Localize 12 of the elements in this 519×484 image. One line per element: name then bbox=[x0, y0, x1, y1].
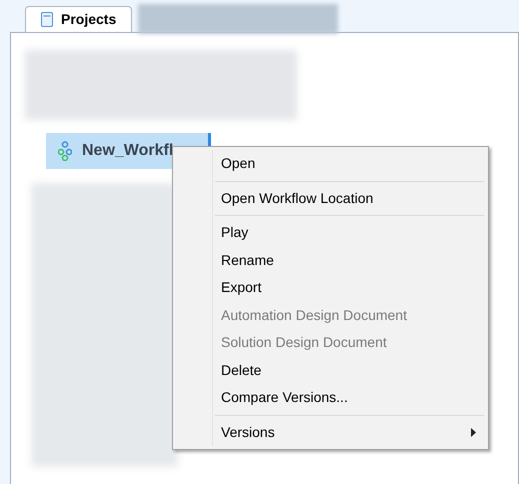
menu-item[interactable]: Delete bbox=[215, 356, 484, 384]
menu-item[interactable]: Rename bbox=[215, 246, 484, 274]
submenu-arrow-icon bbox=[471, 428, 476, 437]
menu-item[interactable]: Compare Versions... bbox=[215, 384, 484, 412]
menu-item[interactable]: Open bbox=[215, 150, 484, 178]
tab[interactable]: Projects bbox=[25, 6, 132, 32]
window-icon bbox=[41, 12, 53, 27]
workflow-icon bbox=[58, 141, 72, 161]
menu-item[interactable]: Play bbox=[215, 219, 484, 246]
menu-item[interactable]: Export bbox=[215, 274, 484, 302]
menu-item[interactable]: Versions bbox=[215, 418, 484, 446]
menu-item[interactable]: Open Workflow Location bbox=[215, 184, 484, 212]
